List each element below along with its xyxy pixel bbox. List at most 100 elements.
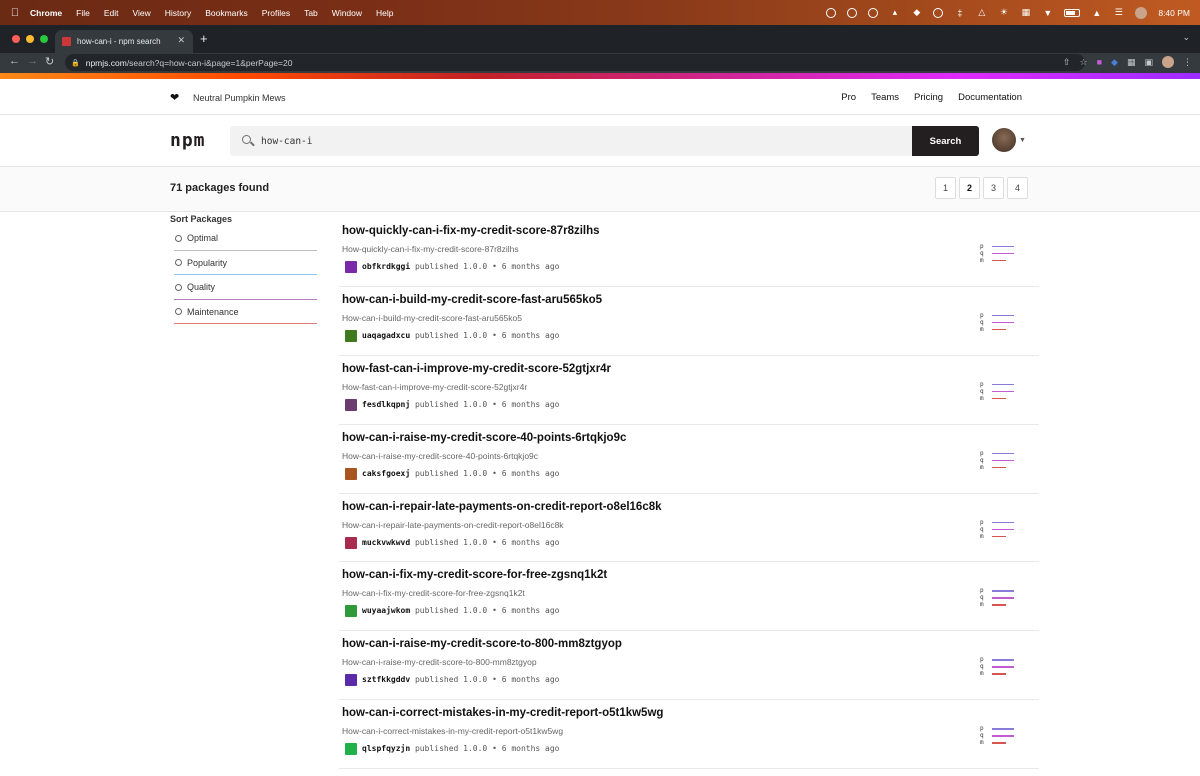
maximize-window-button[interactable] [40, 35, 48, 43]
vpn-icon[interactable]: ◆ [911, 7, 922, 18]
page-1-button[interactable]: 1 [935, 177, 956, 199]
page-3-button[interactable]: 3 [983, 177, 1004, 199]
package-name-link[interactable]: how-can-i-repair-late-payments-on-credit… [342, 501, 662, 513]
profile-avatar-icon[interactable] [1162, 56, 1174, 68]
menu-file[interactable]: File [76, 8, 90, 18]
extensions-puzzle-icon[interactable]: ▦ [1127, 57, 1136, 68]
menu-tab[interactable]: Tab [304, 8, 318, 18]
package-name-link[interactable]: how-can-i-fix-my-credit-score-for-free-z… [342, 569, 607, 581]
sort-option-maintenance[interactable]: Maintenance [170, 300, 317, 324]
package-name-link[interactable]: how-can-i-raise-my-credit-score-to-800-m… [342, 638, 622, 650]
publisher-link[interactable]: caksfgoexj [362, 469, 410, 478]
menu-help[interactable]: Help [376, 8, 393, 18]
menu-bookmarks[interactable]: Bookmarks [205, 8, 248, 18]
side-panel-icon[interactable]: ▣ [1144, 57, 1153, 68]
search-button[interactable]: Search [912, 126, 979, 156]
nav-documentation[interactable]: Documentation [958, 92, 1022, 103]
menu-app-name[interactable]: Chrome [30, 8, 62, 18]
publisher-link[interactable]: fesdlkqpnj [362, 400, 410, 409]
forward-button[interactable]: → [27, 55, 38, 67]
page-2-button[interactable]: 2 [959, 177, 980, 199]
published-ago: 6 months ago [501, 537, 560, 547]
radio-icon[interactable] [175, 234, 182, 242]
nav-pricing[interactable]: Pricing [914, 92, 943, 103]
maintenance-bar [992, 260, 1006, 262]
control-center-icon[interactable]: ☰ [1113, 7, 1124, 18]
menu-view[interactable]: View [132, 8, 150, 18]
publisher-avatar[interactable] [345, 536, 357, 549]
menu-window[interactable]: Window [332, 8, 362, 18]
npm-slogan[interactable]: Neutral Pumpkin Mews [193, 93, 286, 103]
close-window-button[interactable] [12, 35, 20, 43]
sort-option-quality[interactable]: Quality [170, 275, 317, 300]
shield-icon[interactable]: ▼ [1042, 7, 1053, 18]
chevron-down-icon[interactable]: ▼ [1019, 137, 1026, 144]
back-button[interactable]: ← [9, 55, 20, 67]
wifi-icon[interactable]: ▲ [1091, 7, 1102, 18]
radio-icon[interactable] [175, 308, 182, 316]
kebab-menu-icon[interactable]: ⋮ [1183, 57, 1192, 68]
package-name-link[interactable]: how-can-i-raise-my-credit-score-40-point… [342, 432, 626, 444]
status-icon[interactable] [868, 7, 879, 18]
publisher-link[interactable]: wuyaajwkom [362, 606, 410, 615]
publisher-link[interactable]: obfkrdkggi [362, 262, 410, 271]
package-name-link[interactable]: how-can-i-correct-mistakes-in-my-credit-… [342, 707, 663, 719]
brightness-icon[interactable]: ☀ [998, 7, 1009, 18]
package-name-link[interactable]: how-can-i-build-my-credit-score-fast-aru… [342, 294, 602, 306]
publisher-link[interactable]: sztfkkgddv [362, 675, 410, 684]
package-row: how-can-i-build-my-credit-score-fast-aru… [339, 287, 1039, 356]
tab-search-icon[interactable]: ⌄ [1182, 32, 1190, 43]
status-icon[interactable] [826, 7, 837, 18]
user-account-icon[interactable] [1135, 6, 1148, 19]
publisher-avatar[interactable] [345, 674, 357, 687]
bluetooth-icon[interactable]: ‡ [954, 7, 965, 18]
publisher-avatar[interactable] [345, 605, 357, 618]
bookmark-star-icon[interactable]: ☆ [1080, 57, 1088, 68]
clock[interactable]: 8:40 PM [1158, 8, 1190, 18]
radio-icon[interactable] [175, 259, 182, 267]
warning-icon[interactable]: △ [976, 7, 987, 18]
maintenance-bar [992, 466, 1006, 468]
status-icon[interactable] [847, 7, 858, 18]
lock-icon[interactable]: 🔒 [71, 59, 80, 67]
address-bar[interactable]: 🔒 npmjs.com/search?q=how-can-i&page=1&pe… [65, 54, 1085, 71]
extension-icon[interactable]: ◆ [1111, 57, 1118, 68]
package-name-link[interactable]: how-quickly-can-i-fix-my-credit-score-87… [342, 225, 600, 237]
publisher-avatar[interactable] [345, 743, 357, 756]
nav-teams[interactable]: Teams [871, 92, 899, 103]
nav-pro[interactable]: Pro [841, 92, 856, 103]
new-tab-button[interactable]: + [200, 31, 208, 46]
apple-icon[interactable]:  [0, 7, 30, 19]
sort-option-optimal[interactable]: Optimal [170, 226, 317, 251]
user-avatar[interactable] [992, 128, 1016, 152]
puzzle-icon[interactable]: ▦ [1020, 7, 1031, 18]
docker-icon[interactable]: ▴ [889, 7, 900, 18]
page-4-button[interactable]: 4 [1007, 177, 1028, 199]
share-icon[interactable]: ⇧ [1063, 57, 1071, 68]
maintenance-bar [992, 673, 1006, 675]
minimize-window-button[interactable] [26, 35, 34, 43]
radio-icon[interactable] [175, 283, 182, 291]
publisher-link[interactable]: uaqagadxcu [362, 331, 410, 340]
publisher-avatar[interactable] [345, 329, 357, 342]
extension-icon[interactable]: ■ [1097, 57, 1102, 67]
publisher-link[interactable]: qlspfqyzjn [362, 744, 410, 753]
battery-icon[interactable] [1064, 8, 1081, 17]
npm-logo[interactable]: npm [170, 132, 206, 150]
publisher-avatar[interactable] [345, 467, 357, 480]
browser-tab[interactable]: how-can-i - npm search ✕ [55, 30, 193, 53]
menu-edit[interactable]: Edit [104, 8, 119, 18]
menu-history[interactable]: History [165, 8, 191, 18]
package-name-link[interactable]: how-fast-can-i-improve-my-credit-score-5… [342, 363, 611, 375]
publisher-link[interactable]: muckvwkwvd [362, 538, 410, 547]
reload-button[interactable]: ↻ [45, 55, 54, 68]
search-input[interactable] [261, 135, 861, 147]
close-tab-icon[interactable]: ✕ [177, 35, 185, 46]
package-description: How-can-i-fix-my-credit-score-for-free-z… [342, 588, 525, 599]
status-icon[interactable] [933, 7, 944, 18]
menu-profiles[interactable]: Profiles [262, 8, 290, 18]
publisher-avatar[interactable] [345, 261, 357, 273]
publisher-avatar[interactable] [345, 398, 357, 411]
maintenance-bar [992, 535, 1006, 537]
sort-option-popularity[interactable]: Popularity [170, 251, 317, 275]
